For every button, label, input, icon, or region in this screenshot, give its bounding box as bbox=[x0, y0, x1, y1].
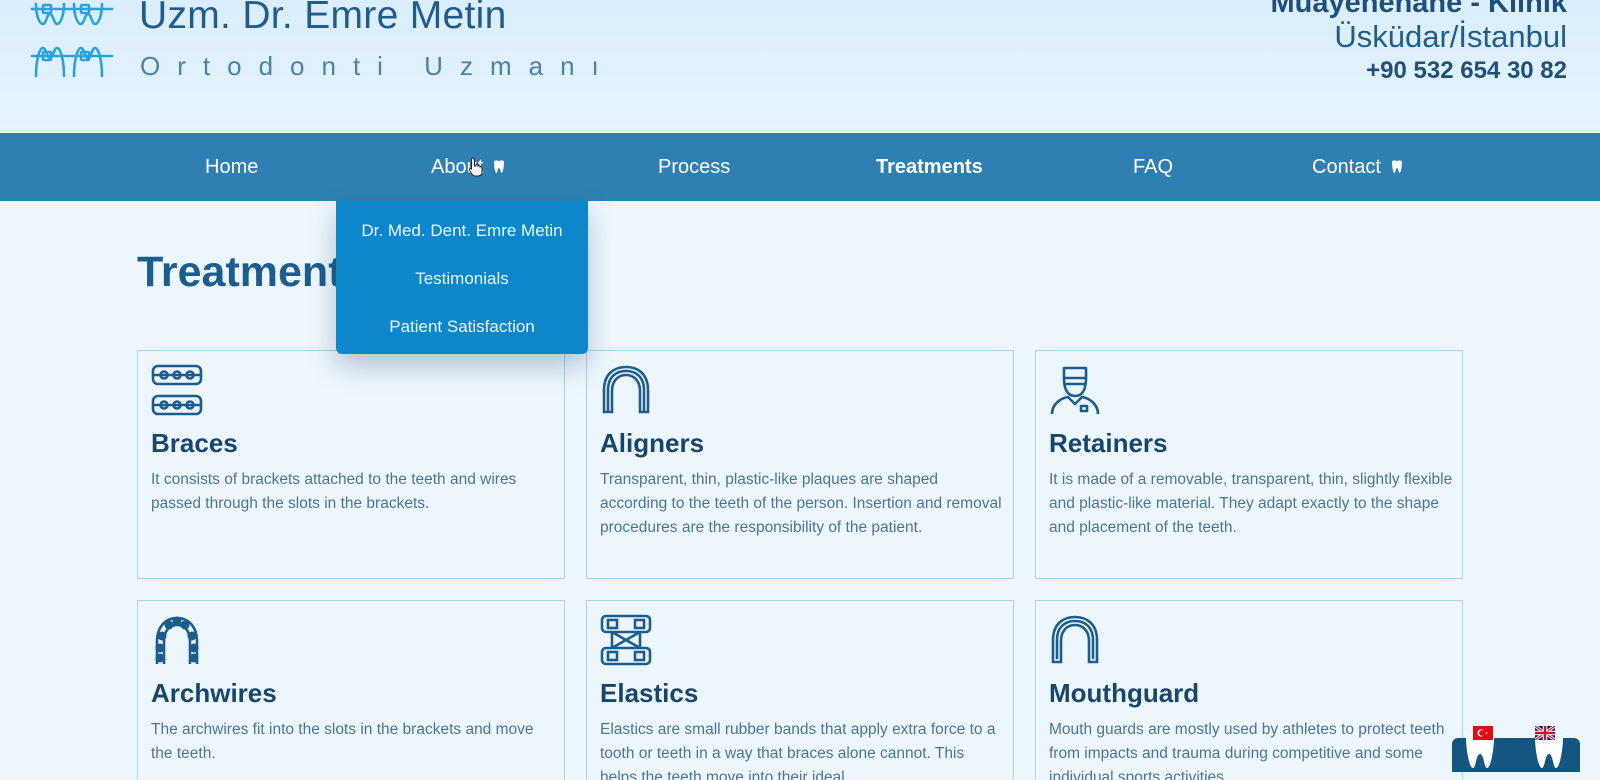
card-title: Elastics bbox=[600, 678, 699, 708]
nav-item-treatments[interactable]: Treatments bbox=[876, 133, 983, 201]
nav-item-process[interactable]: Process bbox=[658, 133, 730, 201]
treatment-card-mouthguard[interactable]: Mouthguard Mouth guards are mostly used … bbox=[1035, 600, 1463, 780]
doctor-name[interactable]: Uzm. Dr. Emre Metin bbox=[139, 0, 507, 38]
hand-cursor-icon bbox=[468, 157, 483, 177]
card-description: It is made of a removable, transparent, … bbox=[1049, 471, 1453, 536]
clinic-location: Üsküdar/İstanbul bbox=[1334, 19, 1567, 54]
clinic-phone-link[interactable]: +90 532 654 30 82 bbox=[1366, 57, 1567, 85]
elastics-icon bbox=[600, 614, 652, 666]
card-description: It consists of brackets attached to the … bbox=[151, 471, 517, 512]
treatment-card-aligners[interactable]: Aligners Transparent, thin, plastic-like… bbox=[586, 350, 1014, 579]
tooth-icon bbox=[494, 160, 505, 173]
dentist-icon bbox=[1050, 366, 1100, 415]
nav-item-label: Contact bbox=[1312, 156, 1381, 178]
card-description: The archwires fit into the slots in the … bbox=[151, 721, 534, 762]
card-description: Mouth guards are mostly used by athletes… bbox=[1049, 721, 1445, 780]
nav-item-faq[interactable]: FAQ bbox=[1133, 133, 1173, 201]
dropdown-item-testimonials[interactable]: Testimonials bbox=[336, 269, 588, 289]
dropdown-item-doctor[interactable]: Dr. Med. Dent. Emre Metin bbox=[336, 221, 588, 241]
treatment-card-braces[interactable]: Braces It consists of brackets attached … bbox=[137, 350, 565, 579]
archwire-icon bbox=[155, 616, 199, 664]
aligner-icon bbox=[602, 365, 650, 414]
braces-teeth-logo-icon[interactable] bbox=[30, 0, 114, 84]
site-header: Uzm. Dr. Emre Metin Ortodonti Uzmanı Mua… bbox=[0, 0, 1600, 133]
card-title: Archwires bbox=[151, 678, 277, 708]
uk-flag-icon[interactable] bbox=[1535, 726, 1555, 740]
card-description: Elastics are small rubber bands that app… bbox=[600, 721, 996, 780]
doctor-specialty: Ortodonti Uzmanı bbox=[140, 51, 616, 81]
braces-icon bbox=[151, 364, 203, 416]
nav-item-contact[interactable]: Contact bbox=[1312, 133, 1403, 201]
dropdown-item-patient-satisfaction[interactable]: Patient Satisfaction bbox=[336, 317, 588, 337]
about-dropdown-menu: Dr. Med. Dent. Emre Metin Testimonials P… bbox=[336, 201, 588, 354]
turkish-flag-icon[interactable] bbox=[1473, 726, 1493, 740]
page-title: Treatments bbox=[137, 248, 367, 296]
main-navigation: Home About Process Treatments FAQ Contac… bbox=[0, 133, 1600, 201]
nav-item-label: Treatments bbox=[876, 156, 983, 178]
language-switcher bbox=[1452, 726, 1580, 772]
nav-item-home[interactable]: Home bbox=[205, 133, 258, 201]
treatment-card-elastics[interactable]: Elastics Elastics are small rubber bands… bbox=[586, 600, 1014, 780]
card-title: Aligners bbox=[600, 428, 705, 458]
nav-item-label: Home bbox=[205, 156, 259, 178]
card-title: Braces bbox=[151, 428, 238, 458]
card-title: Mouthguard bbox=[1049, 678, 1200, 708]
treatment-card-retainers[interactable]: Retainers It is made of a removable, tra… bbox=[1035, 350, 1463, 579]
mouthguard-icon bbox=[1051, 615, 1099, 664]
card-title: Retainers bbox=[1049, 428, 1168, 458]
treatment-card-archwires[interactable]: Archwires The archwires fit into the slo… bbox=[137, 600, 565, 780]
clinic-name: Muayenehane - Klinik bbox=[1270, 0, 1567, 19]
card-description: Transparent, thin, plastic-like plaques … bbox=[600, 471, 1002, 536]
tooth-icon bbox=[1391, 160, 1402, 173]
nav-item-label: Process bbox=[658, 156, 731, 178]
nav-item-label: FAQ bbox=[1133, 156, 1174, 178]
